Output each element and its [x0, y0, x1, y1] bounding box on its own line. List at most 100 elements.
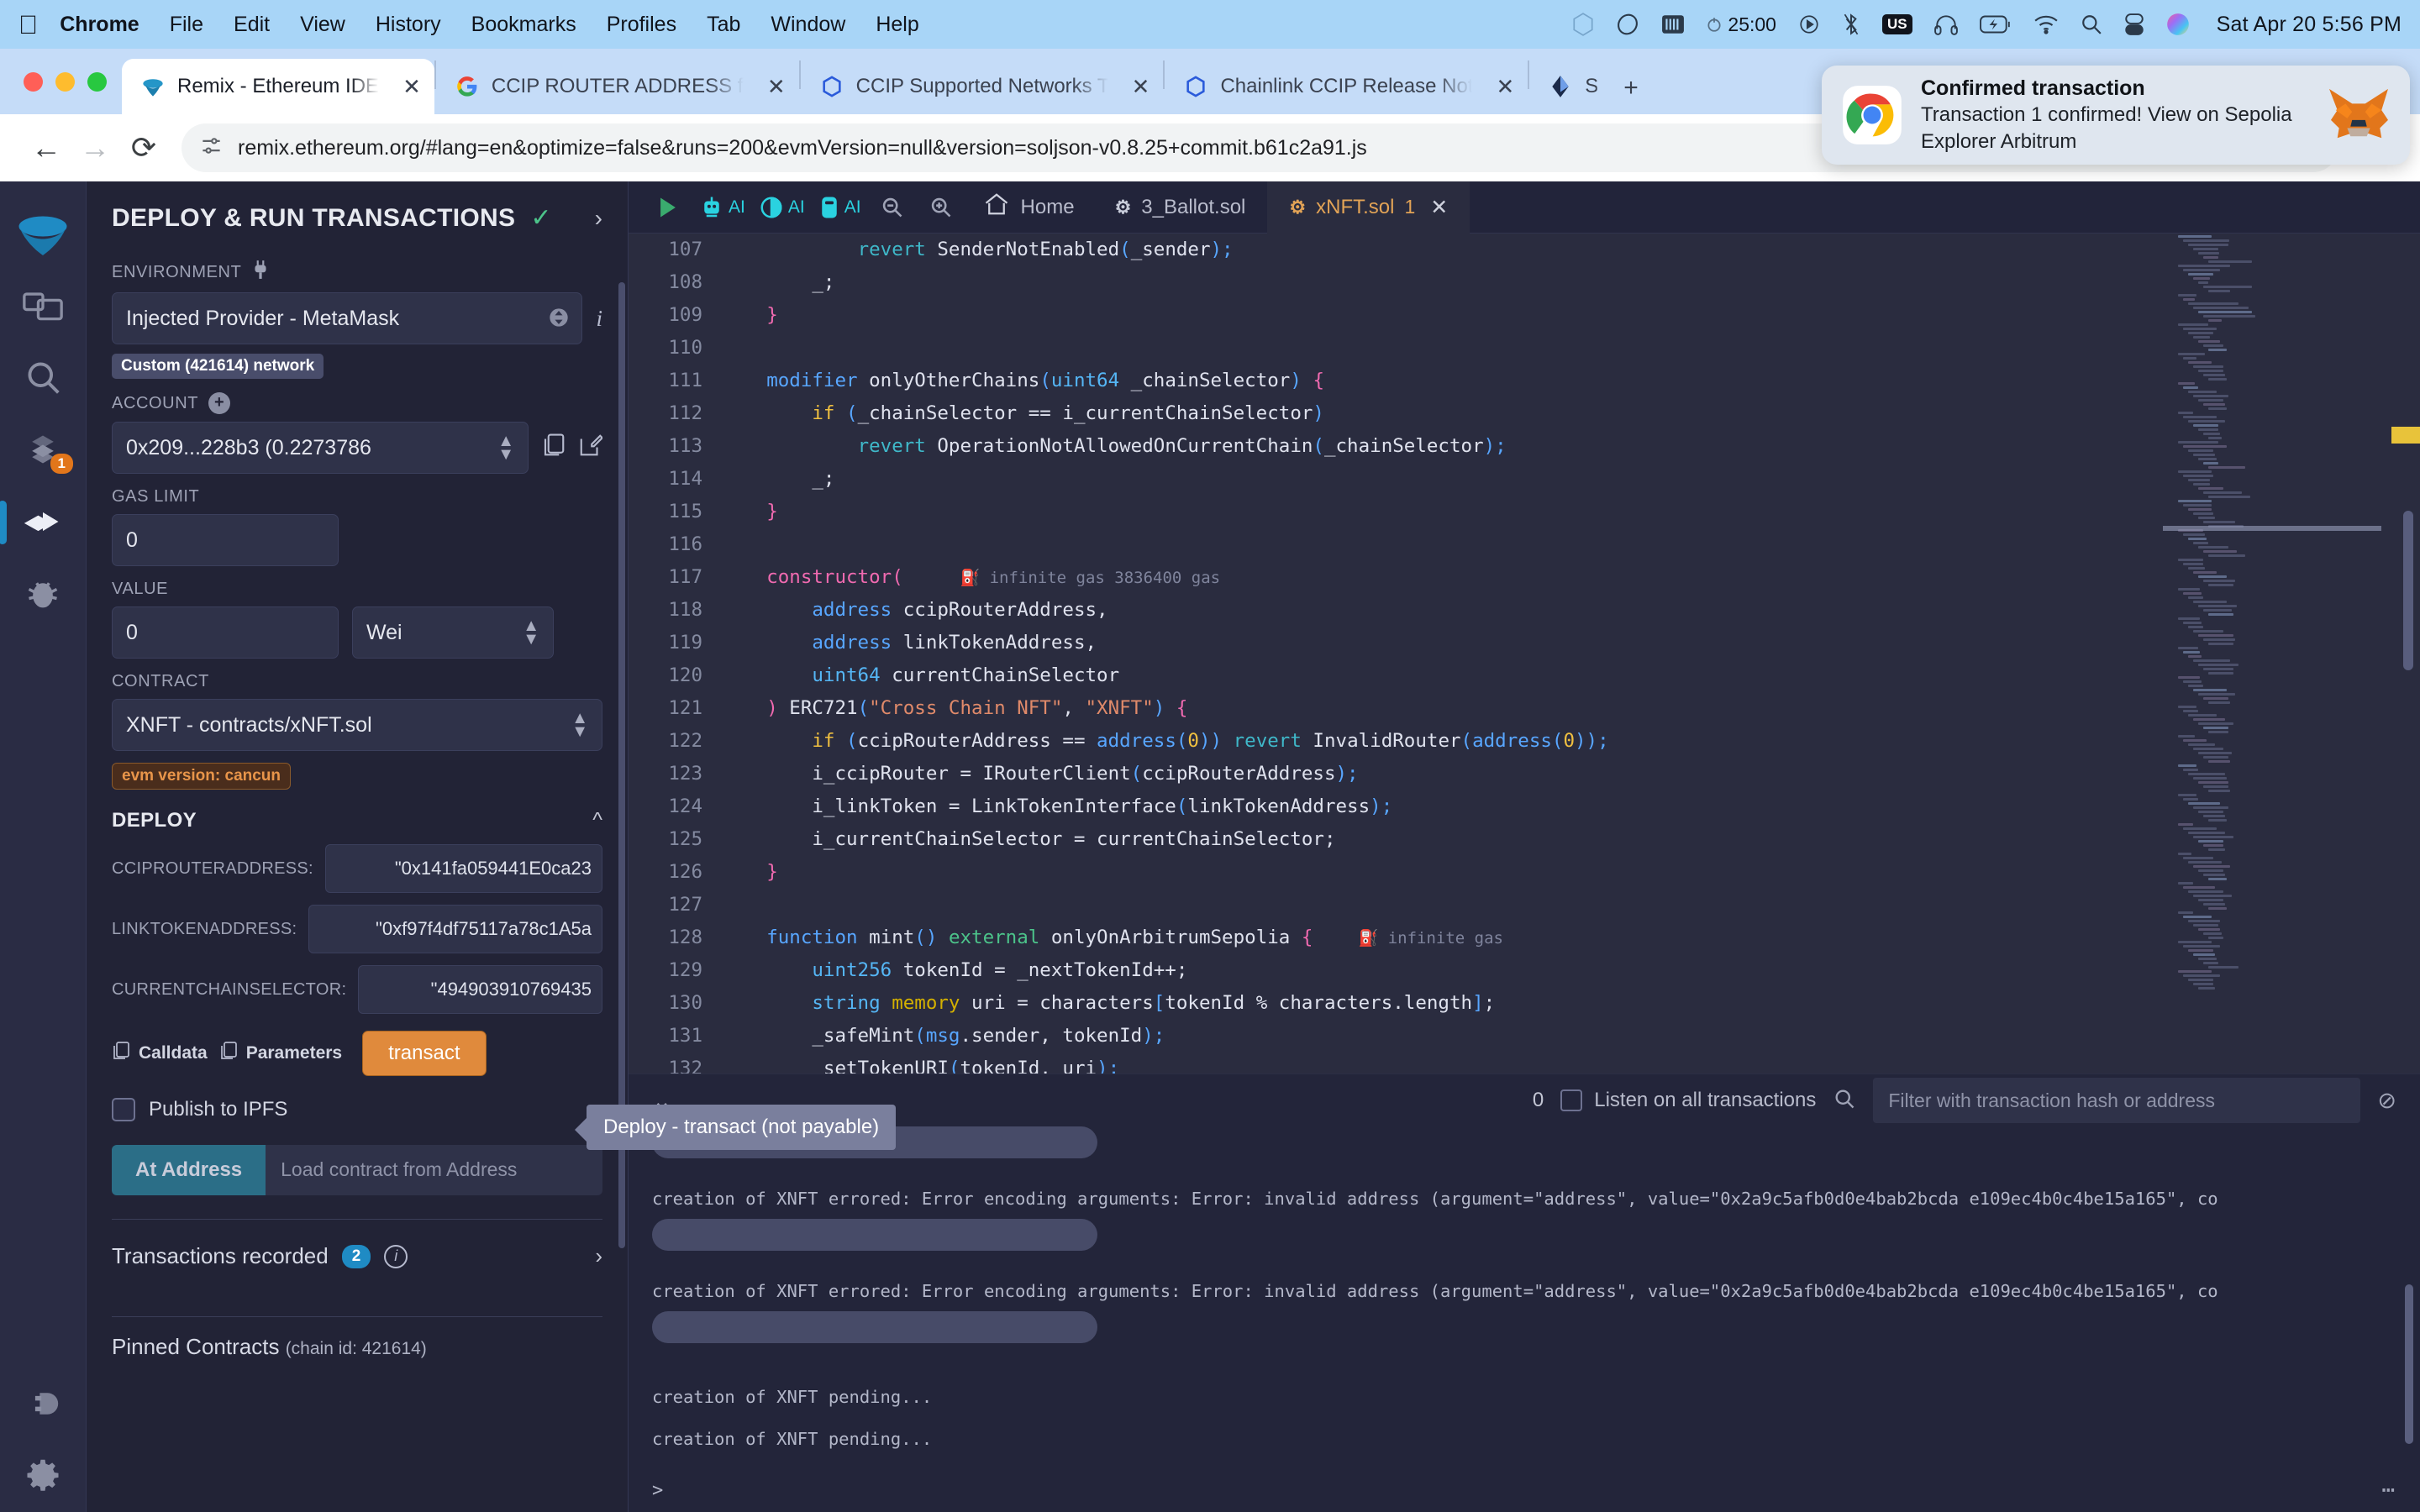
current-chain-selector-input[interactable]: "494903910769435	[358, 965, 602, 1014]
editor-tab-ballot[interactable]: ⚙ 3_Ballot.sol	[1093, 181, 1268, 234]
value-unit-select[interactable]: Wei ▲ ▼	[352, 606, 554, 659]
browser-tab-ccip-release-notes[interactable]: Chainlink CCIP Release Notes ✕	[1165, 59, 1528, 114]
panel-scrollbar[interactable]	[618, 282, 625, 1248]
sidebar-item-search[interactable]	[8, 341, 78, 413]
sidebar-item-file-explorer[interactable]	[8, 269, 78, 341]
menu-bar-clock[interactable]: Sat Apr 20 5:56 PM	[2217, 13, 2402, 37]
ai-copy-button[interactable]: AI	[812, 195, 868, 220]
browser-tab-ccip-networks[interactable]: CCIP Supported Networks Te ✕	[801, 59, 1164, 114]
apple-logo-icon[interactable]: 	[18, 12, 38, 38]
reload-button[interactable]: ⟳	[119, 130, 168, 165]
zoom-in-icon[interactable]	[917, 181, 965, 234]
environment-select[interactable]: Injected Provider - MetaMask	[112, 292, 583, 344]
box-icon[interactable]	[1572, 12, 1594, 37]
ccip-router-address-input[interactable]: "0x141fa059441E0ca23	[324, 844, 602, 893]
terminal-log-row[interactable]: creation of XNFT errored: Error encoding…	[652, 1180, 2396, 1209]
terminal-log-row[interactable]: creation of XNFT pending...	[652, 1365, 2396, 1407]
menu-item-edit[interactable]: Edit	[234, 13, 270, 37]
terminal-logs[interactable]: creation of XNFT errored: Error encoding…	[629, 1126, 2420, 1468]
edit-icon[interactable]	[579, 433, 604, 464]
menu-item-profiles[interactable]: Profiles	[607, 13, 676, 37]
wifi-icon[interactable]	[2033, 14, 2059, 34]
menu-item-help[interactable]: Help	[876, 13, 918, 37]
transactions-recorded-section[interactable]: Transactions recorded 2 i ›	[112, 1220, 602, 1293]
sidebar-item-settings[interactable]	[8, 1440, 78, 1512]
account-select[interactable]: 0x209...228b3 (0.2273786 ▲ ▼	[112, 422, 529, 474]
link-token-address-input[interactable]: "0xf97f4df75117a78c1A5a	[308, 905, 602, 953]
editor-tab-home[interactable]: Home	[965, 192, 1093, 222]
back-button[interactable]: ←	[22, 130, 71, 165]
more-dots-icon[interactable]: ⋯	[2381, 1478, 2396, 1503]
pinned-contracts-section[interactable]: Pinned Contracts (chain id: 421614)	[112, 1317, 602, 1360]
headphones-icon[interactable]	[1933, 13, 1958, 35]
copy-icon[interactable]	[542, 433, 566, 464]
spotlight-search-icon[interactable]	[2081, 13, 2102, 35]
control-center-icon[interactable]	[2124, 13, 2144, 35]
chevron-right-icon[interactable]: ›	[595, 1243, 602, 1269]
chevron-right-icon[interactable]: ›	[595, 205, 602, 232]
publish-ipfs-checkbox[interactable]	[112, 1098, 135, 1121]
bluetooth-off-icon[interactable]	[1842, 13, 1860, 36]
menu-item-history[interactable]: History	[376, 13, 441, 37]
gas-limit-input[interactable]: 0	[112, 514, 339, 566]
value-input[interactable]: 0	[112, 606, 339, 659]
close-tab-button[interactable]: ✕	[1132, 74, 1150, 100]
battery-charging-icon[interactable]	[1979, 14, 2012, 34]
plus-circle-icon[interactable]: +	[208, 392, 231, 414]
ai-robot-button[interactable]: AI	[692, 195, 752, 220]
timer-indicator[interactable]: 25:00	[1707, 13, 1776, 36]
forward-button[interactable]: →	[71, 130, 119, 165]
editor-minimap[interactable]	[2163, 234, 2381, 1074]
environment-info-icon[interactable]: i	[596, 306, 602, 332]
at-address-button[interactable]: At Address	[112, 1145, 266, 1195]
terminal-prompt-row[interactable]: > ⋯	[629, 1468, 2420, 1512]
siri-icon[interactable]	[2166, 13, 2190, 36]
sidebar-item-plugin-manager[interactable]	[8, 1368, 78, 1440]
maximize-window-button[interactable]	[87, 71, 107, 92]
terminal-log-row[interactable]: creation of XNFT errored: Error encoding…	[652, 1273, 2396, 1301]
ai-contrast-button[interactable]: AI	[752, 195, 812, 220]
moon-shield-icon[interactable]	[1616, 13, 1639, 36]
listen-all-transactions-toggle[interactable]: Listen on all transactions	[1560, 1089, 1816, 1112]
run-play-icon[interactable]	[644, 181, 692, 234]
contract-select[interactable]: XNFT - contracts/xNFT.sol ▲ ▼	[112, 699, 602, 751]
transaction-filter-input[interactable]: Filter with transaction hash or address	[1873, 1078, 2361, 1123]
editor-scrollbar[interactable]	[2403, 234, 2413, 1074]
close-tab-button[interactable]: ✕	[402, 74, 421, 100]
sidebar-item-deploy-run[interactable]	[0, 486, 78, 558]
menu-item-chrome[interactable]: Chrome	[60, 13, 139, 37]
menu-item-view[interactable]: View	[300, 13, 345, 37]
new-tab-button[interactable]: +	[1612, 74, 1650, 114]
chevron-up-icon[interactable]: ^	[592, 808, 602, 832]
menu-item-file[interactable]: File	[170, 13, 203, 37]
play-circle-icon[interactable]	[1798, 13, 1820, 35]
minimize-window-button[interactable]	[55, 71, 75, 92]
input-source-icon[interactable]: US	[1881, 14, 1912, 34]
close-tab-button[interactable]: ✕	[1496, 74, 1514, 100]
code-content[interactable]: 107 revert SenderNotEnabled(_sender); 108…	[629, 234, 2420, 1074]
editor-tab-xnft[interactable]: ⚙ xNFT.sol 1 ✕	[1267, 181, 1470, 234]
publish-to-ipfs-row[interactable]: Publish to IPFS	[112, 1098, 602, 1121]
copy-parameters-button[interactable]: Parameters	[219, 1041, 342, 1066]
load-contract-input[interactable]: Load contract from Address	[266, 1145, 602, 1195]
sidebar-item-debugger[interactable]	[8, 558, 78, 630]
system-notification[interactable]: Confirmed transaction Transaction 1 conf…	[1822, 66, 2410, 165]
menu-item-window[interactable]: Window	[771, 13, 845, 37]
listen-checkbox[interactable]	[1560, 1089, 1583, 1111]
browser-tab-sepolia[interactable]: S	[1529, 59, 1612, 114]
browser-tab-remix[interactable]: Remix - Ethereum IDE ✕	[122, 59, 434, 114]
copy-calldata-button[interactable]: Calldata	[112, 1041, 208, 1066]
menu-item-tab[interactable]: Tab	[707, 13, 740, 37]
sidebar-item-solidity-compiler[interactable]: 1	[8, 413, 78, 486]
close-tab-button[interactable]: ✕	[1430, 195, 1448, 220]
info-icon[interactable]: i	[384, 1244, 408, 1268]
terminal-log-row[interactable]: creation of XNFT pending...	[652, 1407, 2396, 1449]
remix-logo-icon[interactable]	[8, 197, 78, 269]
no-entry-icon[interactable]: ⊘	[2377, 1088, 2396, 1114]
close-window-button[interactable]	[24, 71, 43, 92]
search-icon[interactable]	[1833, 1087, 1856, 1115]
browser-tab-ccip-router[interactable]: CCIP ROUTER ADDRESS for a ✕	[436, 59, 799, 114]
grid-battery-icon[interactable]	[1661, 13, 1685, 35]
menu-item-bookmarks[interactable]: Bookmarks	[471, 13, 576, 37]
close-tab-button[interactable]: ✕	[767, 74, 786, 100]
